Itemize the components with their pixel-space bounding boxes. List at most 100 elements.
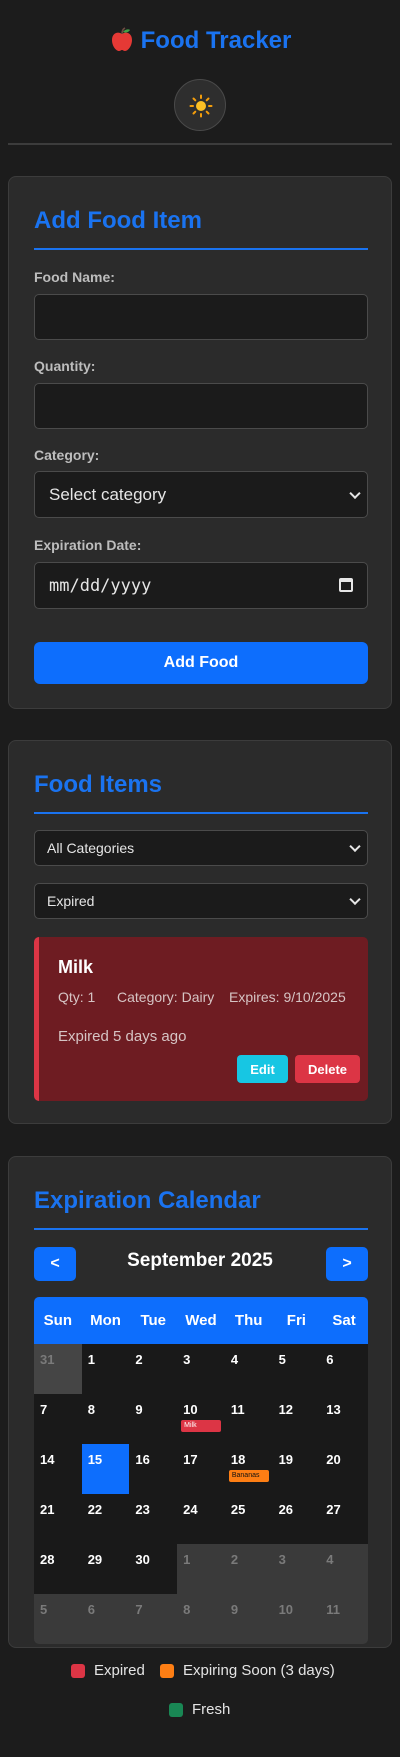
- legend-label: Expiring Soon (3 days): [183, 1662, 335, 1679]
- day-number: 20: [326, 1452, 341, 1467]
- category-label: Category:: [34, 447, 100, 463]
- day-number: 19: [278, 1452, 294, 1467]
- day-number: 31: [40, 1352, 55, 1367]
- food-name-label: Food Name:: [34, 269, 115, 285]
- weekday-sat: Sat: [332, 1312, 356, 1329]
- calendar-food-tag[interactable]: Milk: [181, 1420, 222, 1432]
- calendar-day[interactable]: 13: [320, 1394, 368, 1444]
- day-number: 5: [40, 1602, 48, 1617]
- day-number: 10: [278, 1602, 294, 1617]
- food-item-name: Milk: [58, 957, 94, 977]
- heading-divider: [34, 248, 368, 250]
- calendar-day[interactable]: 6: [82, 1594, 130, 1644]
- sun-icon: [189, 94, 213, 118]
- calendar-day[interactable]: 27: [320, 1494, 368, 1544]
- calendar-day[interactable]: 4: [320, 1544, 368, 1594]
- calendar-heading: Expiration Calendar: [34, 1187, 261, 1214]
- category-select[interactable]: Select category: [34, 471, 368, 518]
- calendar-day[interactable]: 19: [272, 1444, 321, 1494]
- food-item-category: Category: Dairy: [117, 989, 215, 1005]
- edit-button[interactable]: Edit: [237, 1055, 288, 1083]
- day-number: 11: [326, 1602, 341, 1617]
- calendar-day[interactable]: 17: [177, 1444, 225, 1494]
- weekday-thu: Thu: [234, 1312, 263, 1329]
- calendar-day[interactable]: 6: [320, 1344, 368, 1394]
- calendar-day[interactable]: 24: [177, 1494, 225, 1544]
- category-filter-select[interactable]: All Categories: [34, 830, 368, 866]
- expiration-date-label: Expiration Date:: [34, 537, 142, 553]
- delete-button[interactable]: Delete: [295, 1055, 360, 1083]
- calendar-day[interactable]: 9: [225, 1594, 273, 1644]
- legend-item: Expiring Soon (3 days): [160, 1662, 335, 1679]
- calendar-day[interactable]: 10: [273, 1594, 321, 1644]
- calendar-day[interactable]: 7: [34, 1394, 82, 1444]
- calendar-day[interactable]: 3: [177, 1344, 225, 1394]
- food-items-card: Food Items All Categories Expired Milk Q…: [8, 740, 392, 1124]
- calendar-day[interactable]: 29: [81, 1544, 130, 1594]
- calendar-day[interactable]: 22: [81, 1494, 130, 1544]
- day-number: 4: [230, 1352, 239, 1367]
- calendar-day[interactable]: 14: [34, 1444, 82, 1494]
- day-number: 3: [278, 1552, 286, 1567]
- next-month-button[interactable]: >: [326, 1247, 368, 1281]
- calendar-day[interactable]: 1: [177, 1544, 225, 1594]
- status-filter-value: Expired: [47, 893, 95, 909]
- legend-label: Fresh: [192, 1701, 231, 1718]
- calendar-icon[interactable]: [339, 578, 353, 592]
- app-header: Food Tracker: [8, 0, 392, 145]
- calendar-day[interactable]: 10 Milk: [177, 1394, 225, 1444]
- calendar-day[interactable]: 11: [224, 1394, 273, 1444]
- calendar-day[interactable]: 1: [81, 1344, 130, 1394]
- calendar-day[interactable]: 9: [129, 1394, 178, 1444]
- category-filter-value: All Categories: [47, 840, 135, 856]
- calendar-food-tag[interactable]: Bananas: [228, 1470, 269, 1482]
- calendar-day[interactable]: 21: [34, 1494, 82, 1544]
- date-placeholder: mm/dd/yyyy: [49, 575, 152, 596]
- theme-toggle-button[interactable]: [174, 79, 226, 131]
- quantity-input[interactable]: [34, 383, 368, 429]
- add-food-button[interactable]: Add Food: [34, 642, 368, 684]
- add-food-card: Add Food Item Food Name: Quantity: Categ…: [8, 176, 392, 709]
- day-number: 29: [87, 1552, 103, 1567]
- calendar-day[interactable]: 7: [129, 1594, 177, 1644]
- calendar-day[interactable]: 15: [81, 1444, 130, 1494]
- day-number: 27: [326, 1502, 341, 1517]
- day-number: 4: [326, 1552, 334, 1567]
- food-item-quantity: Qty: 1: [58, 989, 96, 1005]
- day-number: 13: [326, 1402, 341, 1417]
- calendar-day[interactable]: 30: [129, 1544, 178, 1594]
- expiration-date-input[interactable]: mm/dd/yyyy: [34, 562, 368, 609]
- calendar-day[interactable]: 4: [224, 1344, 273, 1394]
- calendar-day[interactable]: 18 Bananas: [224, 1444, 273, 1494]
- food-name-input[interactable]: [34, 294, 368, 340]
- calendar-day[interactable]: 5: [272, 1344, 321, 1394]
- calendar-day[interactable]: 31: [34, 1344, 82, 1394]
- calendar-day[interactable]: 2: [129, 1344, 178, 1394]
- calendar-grid: Sun Mon Tue Wed Thu Fri Sat 31 1 2 3 4 5 6 7 8 9 10 Milk 1…: [34, 1297, 368, 1644]
- weekday-header: Sun Mon Tue Wed Thu Fri Sat: [34, 1297, 368, 1344]
- day-number: 6: [87, 1602, 95, 1617]
- app-title: Food Tracker: [8, 26, 392, 55]
- calendar-day[interactable]: 5: [34, 1594, 82, 1644]
- day-number: 24: [183, 1502, 198, 1517]
- calendar-day[interactable]: 25: [224, 1494, 273, 1544]
- day-number: 22: [87, 1502, 103, 1517]
- heading-divider: [34, 1228, 368, 1230]
- calendar-day[interactable]: 28: [34, 1544, 82, 1594]
- status-filter-select[interactable]: Expired: [34, 883, 368, 919]
- weekday-sun: Sun: [43, 1312, 73, 1329]
- calendar-day[interactable]: 2: [225, 1544, 273, 1594]
- calendar-day[interactable]: 3: [273, 1544, 321, 1594]
- calendar-day[interactable]: 12: [272, 1394, 321, 1444]
- calendar-day[interactable]: 23: [129, 1494, 178, 1544]
- calendar-day[interactable]: 8: [177, 1594, 225, 1644]
- calendar-day[interactable]: 8: [81, 1394, 130, 1444]
- calendar-day[interactable]: 16: [129, 1444, 178, 1494]
- calendar-day[interactable]: 11: [320, 1594, 368, 1644]
- day-number: 1: [183, 1552, 191, 1567]
- calendar-day[interactable]: 20: [320, 1444, 368, 1494]
- day-number: 26: [278, 1502, 294, 1517]
- app-title-text: Food Tracker: [140, 27, 292, 54]
- chevron-down-icon: [349, 487, 361, 499]
- calendar-day[interactable]: 26: [272, 1494, 321, 1544]
